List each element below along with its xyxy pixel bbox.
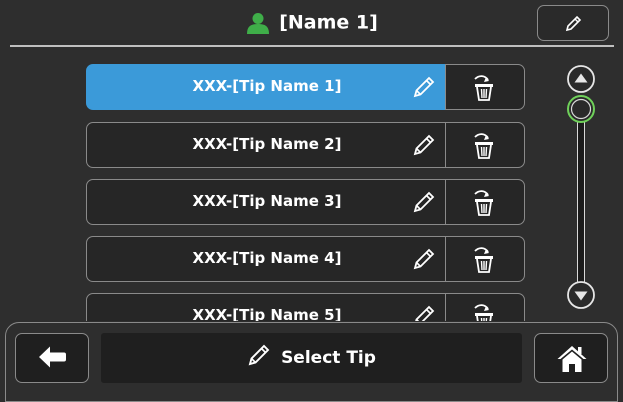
tip-row[interactable]: XXX-[Tip Name 1]: [86, 63, 525, 110]
tip-name: XXX-[Tip Name 1]: [192, 77, 342, 95]
header-divider: [10, 45, 614, 47]
tip-name: XXX-[Tip Name 3]: [192, 192, 342, 210]
delete-tip-button[interactable]: [445, 178, 525, 225]
tip-row[interactable]: XXX-[Tip Name 5]: [86, 292, 525, 321]
pencil-icon[interactable]: [411, 189, 439, 217]
delete-tip-button[interactable]: [445, 235, 525, 282]
arrow-up-icon[interactable]: [566, 64, 596, 94]
arrow-left-icon: [39, 346, 66, 368]
tip-name: XXX-[Tip Name 5]: [192, 306, 342, 321]
pencil-icon[interactable]: [411, 246, 439, 274]
user-icon: [247, 12, 270, 34]
home-button[interactable]: [534, 333, 608, 383]
pencil-icon[interactable]: [411, 74, 439, 102]
profile-name: [Name 1]: [279, 11, 378, 34]
back-button[interactable]: [15, 333, 89, 383]
pencil-icon[interactable]: [411, 132, 439, 160]
header: [Name 1]: [0, 0, 623, 47]
tip-row[interactable]: XXX-[Tip Name 2]: [86, 121, 525, 168]
tip-row[interactable]: XXX-[Tip Name 4]: [86, 235, 525, 282]
delete-tip-button[interactable]: [445, 292, 525, 321]
select-tip-label: Select Tip: [281, 348, 376, 368]
page-title: [Name 1]: [0, 8, 623, 37]
pencil-icon[interactable]: [411, 303, 439, 321]
arrow-down-icon[interactable]: [566, 280, 596, 310]
home-icon: [557, 346, 587, 372]
delete-tip-button[interactable]: [445, 63, 525, 110]
pencil-icon: [248, 344, 270, 366]
edit-name-button[interactable]: [537, 5, 609, 41]
trash-icon: [474, 189, 493, 216]
scroll-track[interactable]: [577, 98, 585, 286]
tip-name: XXX-[Tip Name 4]: [192, 249, 342, 267]
pencil-icon: [565, 15, 582, 32]
tip-list: XXX-[Tip Name 1] XXX-[Tip Name 2] XXX-[T…: [0, 56, 545, 321]
delete-tip-button[interactable]: [445, 121, 525, 168]
select-tip-button[interactable]: Select Tip: [101, 333, 522, 383]
trash-icon: [474, 246, 493, 273]
trash-icon: [474, 303, 493, 321]
trash-icon: [474, 132, 493, 159]
tip-row[interactable]: XXX-[Tip Name 3]: [86, 178, 525, 225]
trash-icon: [474, 74, 493, 101]
tip-name: XXX-[Tip Name 2]: [192, 135, 342, 153]
scroll-thumb[interactable]: [566, 94, 596, 124]
scrollbar[interactable]: [564, 64, 598, 312]
